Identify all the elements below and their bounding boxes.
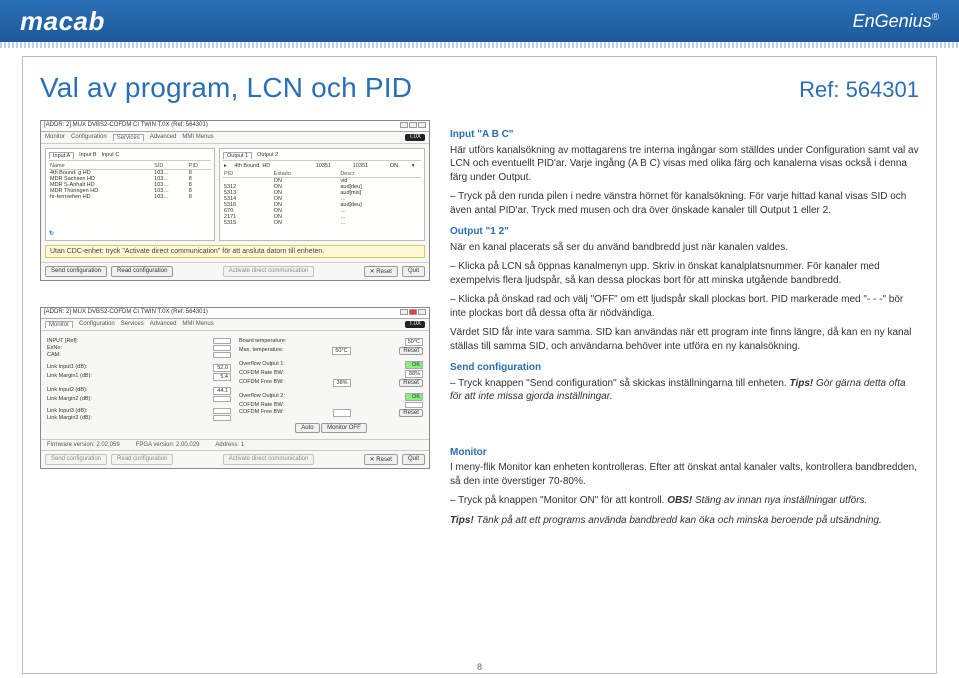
output-table: PIDEstadoDescr ONvid 5312ONaud[deu] 5313… [223,171,421,226]
heading-output: Output "1 2" [450,225,919,239]
header-bar: macab EnGenius® [0,0,959,42]
reset-button-2[interactable]: ✕ Reset [364,454,398,465]
monitor-left-col: INPUT [Ref]: EsNo: CAM: Link Input1 (dB)… [47,337,231,433]
brand-badge-2: T.0X [405,321,425,328]
page-ref: Ref: 564301 [799,77,919,103]
heading-input: Input "A B C" [450,128,919,142]
screenshot-configuration: [ADDR: 2] MUX DVBS2-COFDM CI TWIN T.0X (… [40,120,430,281]
read-config-button[interactable]: Read configuration [111,266,173,277]
window-controls [399,122,426,130]
status-bar: Firmware version: 2.02.059 FPGA version:… [41,439,429,450]
reset-bw1-button[interactable]: Reset [399,379,423,387]
heading-monitor: Monitor [450,446,919,460]
body-text: Input "A B C" Här utförs kanalsökning av… [450,120,919,533]
monitor-right-col: Board temperature:50°C Max. temperature:… [239,337,423,433]
page-number: 8 [477,662,482,672]
main-tabs-2: Monitor Configuration Services Advanced … [41,319,429,331]
output-top-row: ▸ 4th Bound. HD 10351 10351 ON ▾ [223,163,421,169]
reset-button[interactable]: ✕ Reset [364,266,398,277]
logo-macab: macab [20,6,105,37]
send-config-button-2[interactable]: Send configuration [45,454,107,465]
read-config-button-2[interactable]: Read configuration [111,454,173,465]
auto-button[interactable]: Auto [295,423,319,433]
input-table: NameSIDPID 4th Bound. g HD103…8 MDR Sach… [49,163,211,200]
heading-send-config: Send configuration [450,361,919,375]
hint-cdc: Utan CDC-enhet: tryck "Activate direct c… [45,245,425,258]
quit-button[interactable]: Quit [402,266,425,277]
scan-arrow-icon[interactable]: ↻ [49,231,54,237]
reset-bw2-button[interactable]: Reset [399,409,423,417]
monitor-off-button[interactable]: Monitor OFF [321,423,367,433]
window-title-2: [ADDR: 2] MUX DVBS2-COFDM CI TWIN T.0X (… [44,309,208,317]
brand-badge: T.0X [405,134,425,141]
activate-comm-button[interactable]: Activate direct communication [223,266,315,277]
screenshot-monitor: [ADDR: 2] MUX DVBS2-COFDM CI TWIN T.0X (… [40,307,430,469]
window-title: [ADDR: 2] MUX DVBS2-COFDM CI TWIN T.0X (… [44,122,208,130]
activate-comm-button-2[interactable]: Activate direct communication [223,454,315,465]
reset-temp-button[interactable]: Reset [399,347,423,355]
page-title: Val av program, LCN och PID [40,72,412,104]
quit-button-2[interactable]: Quit [402,454,425,465]
send-config-button[interactable]: Send configuration [45,266,107,277]
main-tabs: Monitor Configuration Services Advanced … [41,132,429,144]
logo-engenius: EnGenius® [853,11,939,32]
window-controls-2 [399,309,426,317]
